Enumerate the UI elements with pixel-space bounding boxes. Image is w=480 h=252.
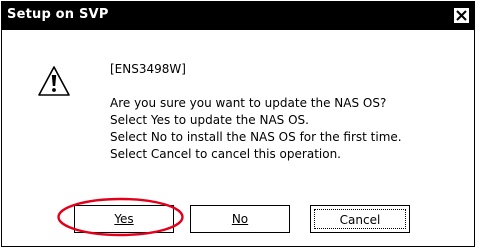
close-button[interactable] <box>453 7 470 24</box>
focus-rectangle: Cancel <box>314 209 406 229</box>
no-button-label: No <box>231 212 249 226</box>
message-code: [ENS3498W] <box>110 62 186 76</box>
yes-button-label: Yes <box>114 212 134 226</box>
setup-dialog: Setup on SVP [ENS3498W] Are you sure you… <box>1 1 475 247</box>
message-line-2: Select Yes to update the NAS OS. <box>110 113 309 127</box>
message-line-4: Select Cancel to cancel this operation. <box>110 147 341 161</box>
message-line-1: Are you sure you want to update the NAS … <box>110 96 387 110</box>
message-line-3: Select No to install the NAS OS for the … <box>110 130 402 144</box>
title-bar[interactable]: Setup on SVP <box>2 2 474 30</box>
yes-button[interactable]: Yes <box>74 205 174 233</box>
warning-icon <box>38 66 70 96</box>
cancel-button-label: Cancel <box>339 213 381 227</box>
cancel-button[interactable]: Cancel <box>310 205 410 233</box>
window-title: Setup on SVP <box>7 7 109 22</box>
no-button[interactable]: No <box>190 205 290 233</box>
close-icon <box>456 10 467 21</box>
